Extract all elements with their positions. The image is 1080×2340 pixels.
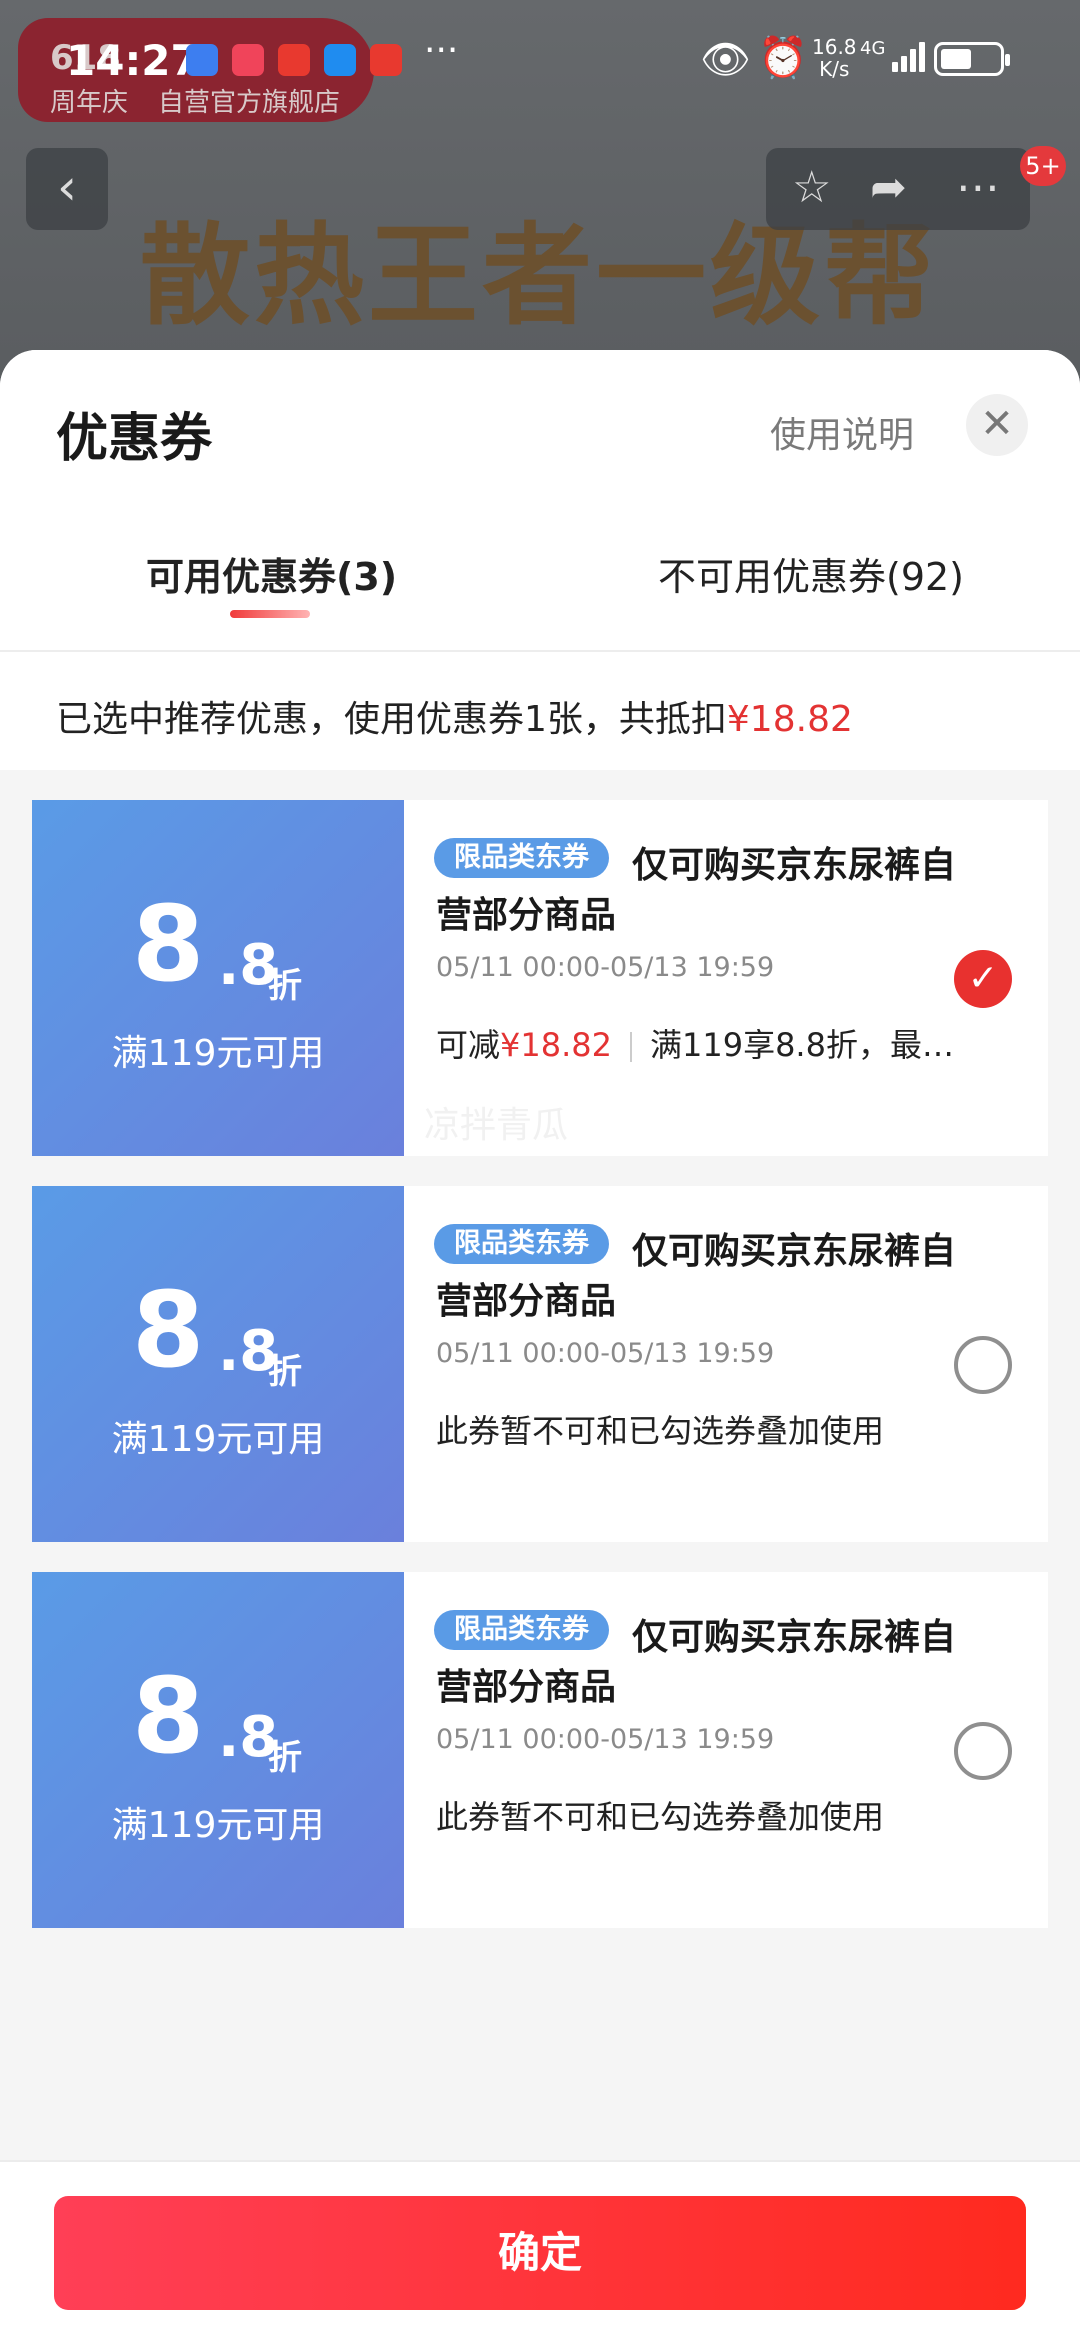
- battery-icon: [934, 42, 1010, 76]
- coupon-value-panel: 8 .8 折 满119元可用: [26, 800, 404, 1156]
- summary-prefix: 已选中推荐优惠，使用优惠券1张，共抵扣: [56, 699, 727, 740]
- coupon-card[interactable]: 8 .8 折 满119元可用 限品类东券 仅可购买京东尿裤自 营部分商品 05/…: [26, 1572, 1048, 1928]
- divider: [629, 1032, 632, 1062]
- discount-unit: 折: [268, 1738, 302, 1778]
- coupon-valid-date: 05/11 00:00-05/13 19:59: [436, 952, 775, 983]
- back-button[interactable]: ‹: [26, 148, 108, 230]
- coupon-category-tag: 限品类东券: [434, 838, 609, 878]
- discount-unit: 折: [268, 1352, 302, 1392]
- close-icon: ✕: [980, 401, 1014, 447]
- savings-label: 可减: [436, 1026, 501, 1064]
- coupon-title-line1: 仅可购买京东尿裤自: [632, 1617, 957, 1658]
- notification-badge: 5+: [1020, 146, 1066, 186]
- coupon-condition: 满119元可用: [111, 1805, 325, 1846]
- active-tab-indicator: [230, 610, 310, 618]
- coupon-sheet: 优惠券 使用说明 ✕ 可用优惠券(3) 不可用优惠券(92) 已选中推荐优惠，使…: [0, 350, 1080, 2340]
- signal-icon: [892, 40, 926, 72]
- close-button[interactable]: ✕: [966, 394, 1028, 456]
- network-speed-value: 16.8: [812, 35, 857, 59]
- share-icon[interactable]: ➦: [870, 162, 907, 213]
- coupon-category-tag: 限品类东券: [434, 1224, 609, 1264]
- star-icon[interactable]: ☆: [792, 162, 831, 213]
- coupon-stack-note: 此券暂不可和已勾选券叠加使用: [436, 1412, 885, 1450]
- chevron-left-icon: ‹: [57, 158, 77, 216]
- coupon-condition: 满119元可用: [111, 1033, 325, 1074]
- coupon-select-checkbox[interactable]: ✓: [954, 950, 1012, 1008]
- tab-available-coupons[interactable]: 可用优惠券(3): [146, 546, 397, 601]
- sheet-footer: 确定: [0, 2160, 1080, 2340]
- alarm-icon: ⏰: [758, 35, 808, 81]
- summary-text: 已选中推荐优惠，使用优惠券1张，共抵扣¥18.82: [56, 690, 853, 742]
- coupon-card[interactable]: 8 .8 折 满119元可用 限品类东券 仅可购买京东尿裤自 营部分商品 05/…: [26, 1186, 1048, 1542]
- status-bar: 14:27 ··· 👁 ⏰ 16.8 K/s 4G: [0, 30, 1080, 90]
- coupon-category-tag: 限品类东券: [434, 1610, 609, 1650]
- coupon-title-line1: 仅可购买京东尿裤自: [632, 1231, 957, 1272]
- network-speed: 16.8 K/s: [812, 36, 857, 80]
- discount-unit: 折: [268, 966, 302, 1006]
- usage-instructions-link[interactable]: 使用说明: [770, 406, 914, 458]
- discount-integer: 8: [132, 883, 205, 1005]
- status-time: 14:27: [66, 36, 200, 85]
- discount-integer: 8: [132, 1269, 205, 1391]
- app-notification-icon: [232, 44, 264, 76]
- coupon-value-panel: 8 .8 折 满119元可用: [26, 1572, 404, 1928]
- sheet-title: 优惠券: [56, 409, 213, 469]
- coupon-stack-note: 此券暂不可和已勾选券叠加使用: [436, 1798, 885, 1836]
- coupon-savings: 可减¥18.82 满119享8.8折，最…: [436, 1020, 954, 1066]
- coupon-title-line1: 仅可购买京东尿裤自: [632, 845, 957, 886]
- coupon-title-line2: 营部分商品: [436, 1281, 617, 1322]
- selection-summary: 已选中推荐优惠，使用优惠券1张，共抵扣¥18.82: [0, 650, 1080, 770]
- coupon-select-checkbox[interactable]: [954, 1336, 1012, 1394]
- summary-amount: ¥18.82: [726, 699, 853, 740]
- coupon-rule: 满119享8.8折，最…: [649, 1026, 954, 1064]
- top-action-bar: ☆ ➦ ⋯: [766, 148, 1030, 230]
- app-notification-icon: [186, 44, 218, 76]
- sheet-header: 优惠券 使用说明 ✕ 可用优惠券(3) 不可用优惠券(92): [0, 350, 1080, 650]
- coupon-title-line2: 营部分商品: [436, 1667, 617, 1708]
- coupon-valid-date: 05/11 00:00-05/13 19:59: [436, 1338, 775, 1369]
- app-notification-icon: [324, 44, 356, 76]
- app-notification-icon: [370, 44, 402, 76]
- app-notification-icon: [278, 44, 310, 76]
- discount-integer: 8: [132, 1655, 205, 1777]
- more-notifications-icon: ···: [424, 30, 459, 71]
- network-type: 4G: [860, 38, 886, 59]
- coupon-title-line2: 营部分商品: [436, 895, 617, 936]
- coupon-condition: 满119元可用: [111, 1419, 325, 1460]
- network-speed-unit: K/s: [819, 57, 850, 81]
- coupon-value-panel: 8 .8 折 满119元可用: [26, 1186, 404, 1542]
- checkmark-icon: ✓: [967, 958, 999, 999]
- watermark-text: 凉拌青瓜: [424, 1105, 569, 1146]
- tab-unavailable-coupons[interactable]: 不可用优惠券(92): [658, 546, 964, 601]
- eye-icon: 👁: [700, 37, 751, 83]
- confirm-button[interactable]: 确定: [54, 2196, 1026, 2310]
- savings-amount: ¥18.82: [500, 1026, 612, 1064]
- coupon-select-checkbox[interactable]: [954, 1722, 1012, 1780]
- coupon-card[interactable]: 8 .8 折 满119元可用 限品类东券 仅可购买京东尿裤自 营部分商品 05/…: [26, 800, 1048, 1156]
- more-icon[interactable]: ⋯: [956, 162, 1000, 213]
- coupon-valid-date: 05/11 00:00-05/13 19:59: [436, 1724, 775, 1755]
